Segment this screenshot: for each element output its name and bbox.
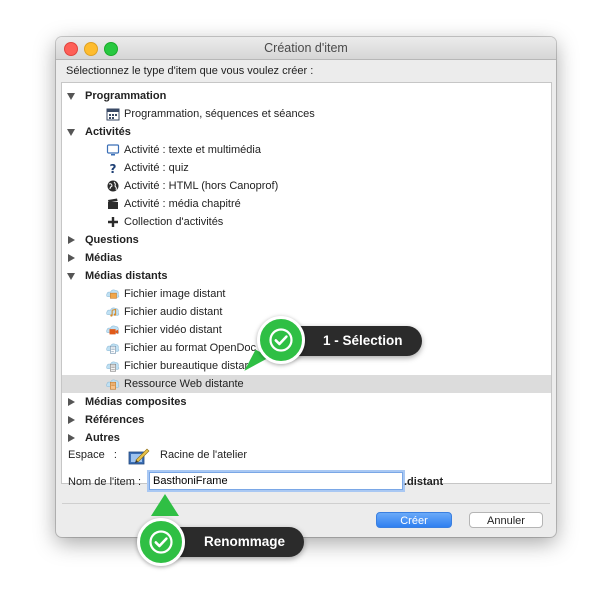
disclosure-closed-icon[interactable]	[68, 398, 75, 406]
tree-item-programmation-sequences-et-seances[interactable]: Programmation, séquences et séances	[62, 105, 551, 123]
rename-callout-label: Renommage	[204, 534, 286, 549]
tree-item-label: Ressource Web distante	[124, 378, 244, 390]
disclosure-open-icon[interactable]	[67, 129, 75, 136]
tree-category-label: Programmation	[85, 90, 167, 102]
rename-check-icon	[137, 518, 185, 566]
tree-item-label: Activité : texte et multimédia	[124, 144, 261, 156]
svg-text:?: ?	[110, 162, 117, 175]
tree-item-activite-html-hors-canoprof[interactable]: Activité : HTML (hors Canoprof)	[62, 177, 551, 195]
tree-item-label: Fichier bureautique distar	[124, 360, 249, 372]
remote-office-icon	[106, 359, 120, 373]
tree-item-label: Collection d'activités	[124, 216, 224, 228]
tree-item-fichier-audio-distant[interactable]: Fichier audio distant	[62, 303, 551, 321]
tree-item-label: Activité : média chapitré	[124, 198, 241, 210]
tree-item-fichier-bureautique-distar[interactable]: Fichier bureautique distar	[62, 357, 551, 375]
tree-category-label: Médias composites	[85, 396, 187, 408]
tree-item-label: Fichier audio distant	[124, 306, 223, 318]
tree-item-label: Activité : HTML (hors Canoprof)	[124, 180, 279, 192]
tree-category-autres[interactable]: Autres	[62, 429, 551, 447]
disclosure-closed-icon[interactable]	[68, 434, 75, 442]
tree-item-fichier-image-distant[interactable]: Fichier image distant	[62, 285, 551, 303]
cancel-button[interactable]: Annuler	[469, 512, 543, 528]
clapper-icon	[106, 197, 120, 211]
tree-category-label: Médias	[85, 252, 123, 264]
workshop-icon	[128, 448, 150, 465]
tree-category-medias[interactable]: Médias	[62, 249, 551, 267]
espace-label: Espace :	[68, 449, 117, 461]
tree-item-ressource-web-distante[interactable]: Ressource Web distante	[62, 375, 551, 393]
calendar-icon	[106, 107, 120, 121]
tree-category-label: Activités	[85, 126, 131, 138]
creation-item-dialog: Création d'item Sélectionnez le type d'i…	[56, 37, 556, 537]
espace-value: Racine de l'atelier	[160, 449, 248, 461]
tree-category-questions[interactable]: Questions	[62, 231, 551, 249]
disclosure-closed-icon[interactable]	[68, 416, 75, 424]
question-icon: ?	[106, 161, 120, 175]
tree-category-label: Autres	[85, 432, 120, 444]
item-type-tree[interactable]: Programmation Programmation, séquences et…	[61, 82, 552, 484]
tree-item-label: Activité : quiz	[124, 162, 189, 174]
item-name-input[interactable]	[149, 472, 403, 490]
tree-item-label: Fichier au format OpenDoc	[124, 342, 257, 354]
tree-item-collection-d-activites[interactable]: Collection d'activités	[62, 213, 551, 231]
selection-check-icon	[257, 316, 305, 364]
tree-category-label: Références	[85, 414, 145, 426]
tree-category-medias-composites[interactable]: Médias composites	[62, 393, 551, 411]
window-title: Création d'item	[264, 41, 348, 55]
remote-web-icon	[106, 377, 120, 391]
plus-icon	[106, 215, 120, 229]
disclosure-closed-icon[interactable]	[68, 236, 75, 244]
disclosure-open-icon[interactable]	[67, 273, 75, 280]
tree-category-medias-distants[interactable]: Médias distants	[62, 267, 551, 285]
rename-pointer	[151, 494, 179, 516]
item-extension-label: .distant	[404, 476, 444, 488]
selection-callout-label: 1 - Sélection	[323, 333, 403, 348]
tree-category-programmation[interactable]: Programmation	[62, 87, 551, 105]
disclosure-closed-icon[interactable]	[68, 254, 75, 262]
title-bar: Création d'item	[56, 37, 556, 60]
tree-category-label: Médias distants	[85, 270, 168, 282]
tree-category-label: Questions	[85, 234, 139, 246]
remote-opendoc-icon	[106, 341, 120, 355]
tree-item-activite-media-chapitre[interactable]: Activité : média chapitré	[62, 195, 551, 213]
item-name-label: Nom de l'item :	[68, 476, 142, 488]
disclosure-open-icon[interactable]	[67, 93, 75, 100]
tree-category-activites[interactable]: Activités	[62, 123, 551, 141]
tree-item-activite-texte-et-multimedia[interactable]: Activité : texte et multimédia	[62, 141, 551, 159]
globe-icon	[106, 179, 120, 193]
instruction-text: Sélectionnez le type d'item que vous vou…	[66, 65, 314, 77]
tree-item-label: Fichier image distant	[124, 288, 226, 300]
remote-audio-icon	[106, 305, 120, 319]
tree-category-references[interactable]: Références	[62, 411, 551, 429]
tree-item-label: Programmation, séquences et séances	[124, 108, 315, 120]
monitor-icon	[106, 143, 120, 157]
tree-item-label: Fichier vidéo distant	[124, 324, 222, 336]
tree-item-activite-quiz[interactable]: ? Activité : quiz	[62, 159, 551, 177]
create-button[interactable]: Créer	[376, 512, 452, 528]
remote-image-icon	[106, 287, 120, 301]
footer-divider	[62, 503, 550, 504]
remote-video-icon	[106, 323, 120, 337]
